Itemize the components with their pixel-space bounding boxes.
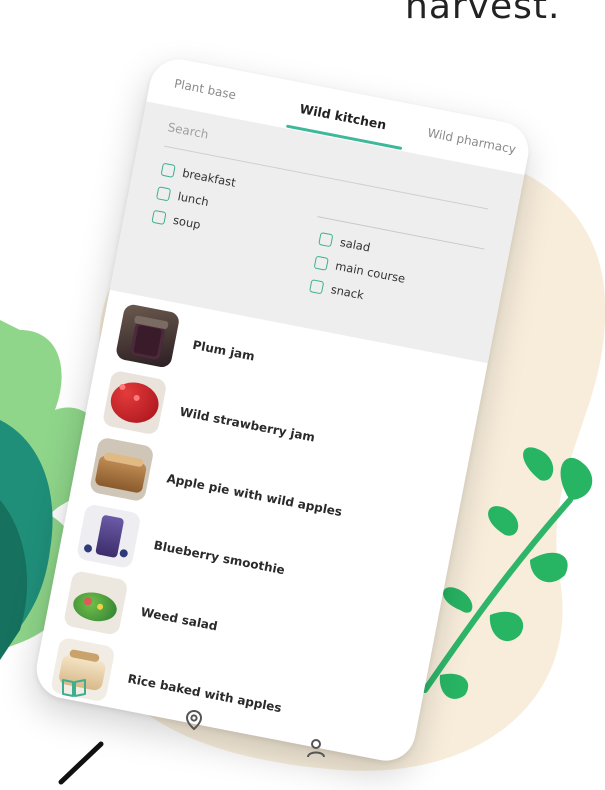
checkbox-icon[interactable] xyxy=(309,278,325,294)
checkbox-icon[interactable] xyxy=(160,162,176,178)
recipe-thumbnail xyxy=(62,570,129,636)
tab-wild-pharmacy[interactable]: Wild pharmacy xyxy=(426,126,517,157)
recipe-thumbnail xyxy=(49,636,116,703)
recipe-thumbnail xyxy=(75,503,142,569)
tab-plant-base[interactable]: Plant base xyxy=(173,76,237,102)
tab-wild-kitchen[interactable]: Wild kitchen xyxy=(298,101,387,133)
recipe-thumbnail xyxy=(101,369,168,436)
recipe-title: Blueberry smoothie xyxy=(152,538,286,578)
recipe-title: Rice baked with apples xyxy=(126,671,283,716)
pen-stroke xyxy=(58,741,104,785)
recipe-thumbnail xyxy=(114,303,181,369)
recipe-title: Wild strawberry jam xyxy=(178,404,317,445)
checkbox-icon[interactable] xyxy=(313,255,329,271)
recipe-title: Plum jam xyxy=(191,337,256,364)
header-text: harvest. xyxy=(405,0,561,27)
checkbox-icon[interactable] xyxy=(318,231,334,247)
recipe-title: Weed salad xyxy=(139,604,219,634)
recipe-thumbnail xyxy=(88,436,155,503)
checkbox-icon[interactable] xyxy=(156,185,172,201)
recipe-item-plum-jam[interactable]: Plum jam xyxy=(114,303,260,384)
checkbox-icon[interactable] xyxy=(151,209,167,225)
recipe-title: Apple pie with wild apples xyxy=(165,471,344,520)
